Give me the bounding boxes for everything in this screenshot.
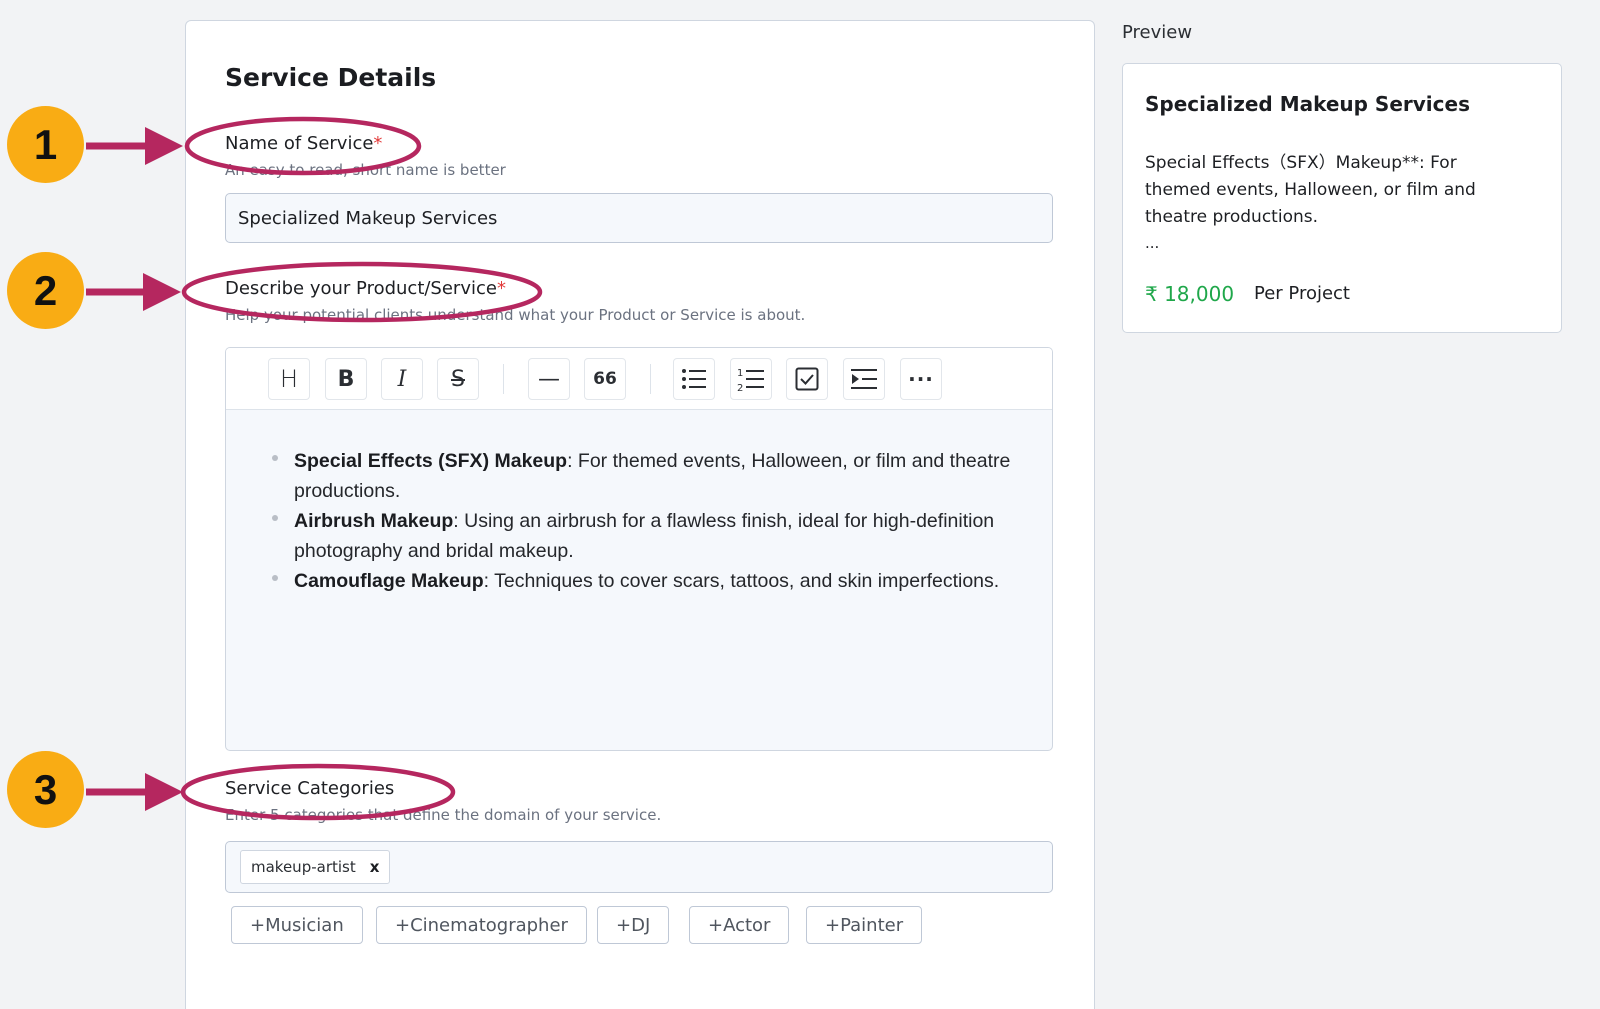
description-hint: Help your potential clients understand w… bbox=[225, 306, 806, 324]
toolbar-divider bbox=[503, 364, 504, 394]
preview-price: ₹ 18,000 bbox=[1145, 282, 1235, 306]
suggestion-musician-button[interactable]: +Musician bbox=[231, 906, 363, 944]
editor-toolbar: H B I S — 66 1 2 ··· bbox=[226, 348, 1052, 410]
horizontal-rule-button[interactable]: — bbox=[528, 358, 570, 400]
numbered-list-icon: 1 2 bbox=[737, 368, 764, 392]
annotation-marker-2: 2 bbox=[7, 252, 84, 329]
description-editor[interactable]: H B I S — 66 1 2 ··· Special Effects (SF… bbox=[225, 347, 1053, 751]
suggestion-cinematographer-button[interactable]: +Cinematographer bbox=[376, 906, 587, 944]
category-tag: makeup-artist x bbox=[240, 850, 391, 884]
annotation-marker-1: 1 bbox=[7, 106, 84, 183]
categories-input[interactable]: makeup-artist x bbox=[225, 841, 1053, 893]
list-item-bold: Airbrush Makeup bbox=[294, 510, 454, 532]
list-item-text: : Techniques to cover scars, tattoos, an… bbox=[483, 570, 1000, 592]
quote-button[interactable]: 66 bbox=[584, 358, 626, 400]
checklist-button[interactable] bbox=[786, 358, 828, 400]
preview-description: Special Effects（SFX）Makeup**: For themed… bbox=[1145, 153, 1476, 227]
suggestion-painter-button[interactable]: +Painter bbox=[806, 906, 923, 944]
list-item: Camouflage Makeup: Techniques to cover s… bbox=[272, 566, 1012, 596]
italic-button[interactable]: I bbox=[381, 358, 423, 400]
preview-heading: Preview bbox=[1122, 22, 1193, 43]
strikethrough-icon: S bbox=[451, 366, 465, 392]
suggestion-dj-button[interactable]: +DJ bbox=[597, 906, 670, 944]
quote-icon: 66 bbox=[593, 369, 617, 389]
svg-text:2: 2 bbox=[737, 383, 743, 392]
preview-ellipsis: ... bbox=[1145, 234, 1160, 252]
indent-icon bbox=[851, 369, 877, 389]
bold-icon: B bbox=[337, 366, 355, 392]
horizontal-rule-icon: — bbox=[538, 366, 560, 392]
heading-button[interactable]: H bbox=[268, 358, 310, 400]
description-label-text: Describe your Product/Service bbox=[225, 278, 497, 299]
list-item: Airbrush Makeup: Using an airbrush for a… bbox=[272, 506, 1012, 566]
preview-price-unit: Per Project bbox=[1254, 283, 1350, 304]
annotation-arrow-1 bbox=[86, 127, 183, 165]
name-of-service-label: Name of Service* bbox=[225, 133, 382, 154]
category-tag-label: makeup-artist bbox=[251, 858, 356, 876]
list-item: Special Effects (SFX) Makeup: For themed… bbox=[272, 446, 1012, 506]
list-item-bold: Camouflage Makeup bbox=[294, 570, 484, 592]
bold-button[interactable]: B bbox=[325, 358, 367, 400]
page-title: Service Details bbox=[225, 63, 437, 92]
service-categories-hint: Enter 5 categories that define the domai… bbox=[225, 806, 662, 824]
numbered-list-button[interactable]: 1 2 bbox=[730, 358, 772, 400]
italic-icon: I bbox=[397, 366, 407, 392]
description-label: Describe your Product/Service* bbox=[225, 278, 506, 299]
list-item-bold: Special Effects (SFX) Makeup bbox=[294, 450, 568, 472]
service-details-card: Service Details Name of Service* An easy… bbox=[185, 20, 1095, 1009]
preview-card: Specialized Makeup Services Special Effe… bbox=[1122, 63, 1562, 333]
required-mark: * bbox=[373, 133, 383, 154]
bullet-list-icon bbox=[682, 369, 706, 389]
remove-tag-icon[interactable]: x bbox=[370, 858, 380, 876]
more-options-button[interactable]: ··· bbox=[900, 358, 942, 400]
bullet-list-button[interactable] bbox=[673, 358, 715, 400]
svg-text:1: 1 bbox=[737, 368, 743, 379]
name-of-service-hint: An easy to read, short name is better bbox=[225, 161, 506, 179]
required-mark: * bbox=[496, 278, 506, 299]
editor-content[interactable]: Special Effects (SFX) Makeup: For themed… bbox=[226, 410, 1052, 596]
preview-title: Specialized Makeup Services bbox=[1145, 92, 1470, 116]
name-label-text: Name of Service bbox=[225, 133, 374, 154]
ellipsis-icon: ··· bbox=[908, 367, 934, 391]
checkbox-icon bbox=[795, 367, 819, 391]
annotation-arrow-3 bbox=[86, 773, 183, 811]
indent-button[interactable] bbox=[843, 358, 885, 400]
heading-icon: H bbox=[279, 365, 299, 393]
suggestion-actor-button[interactable]: +Actor bbox=[689, 906, 790, 944]
service-categories-label: Service Categories bbox=[225, 778, 395, 799]
service-name-input[interactable] bbox=[225, 193, 1053, 243]
annotation-marker-3: 3 bbox=[7, 751, 84, 828]
description-bullet-list: Special Effects (SFX) Makeup: For themed… bbox=[272, 446, 1012, 596]
toolbar-divider bbox=[650, 364, 651, 394]
annotation-arrow-2 bbox=[86, 273, 181, 311]
strikethrough-button[interactable]: S bbox=[437, 358, 479, 400]
